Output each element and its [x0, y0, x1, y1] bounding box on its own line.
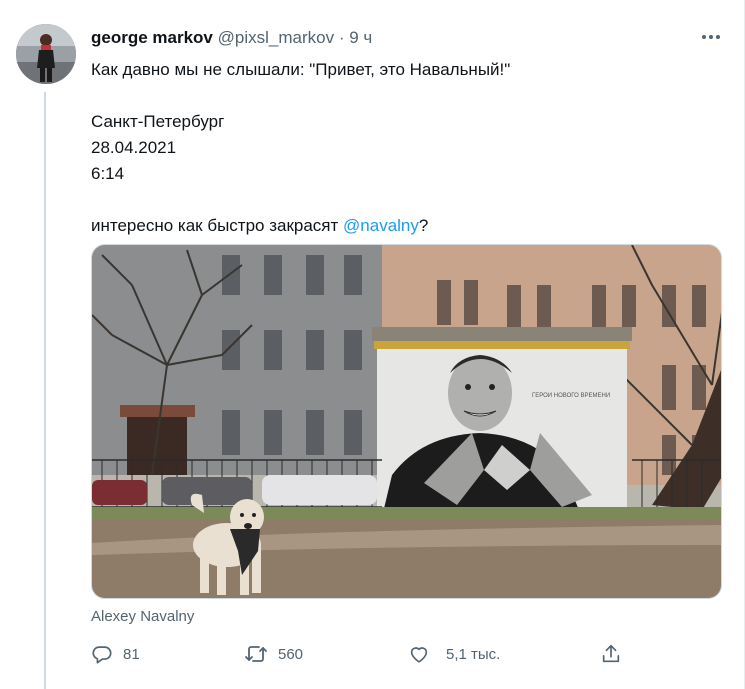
reply-button[interactable]: 81 — [91, 640, 140, 668]
tweet-text-line-3: 28.04.2021 — [91, 138, 177, 157]
author-handle[interactable]: @pixsl_markov — [218, 28, 334, 47]
share-button[interactable] — [600, 640, 622, 668]
more-horizontal-icon[interactable] — [700, 30, 722, 44]
tweet-text-line-5-start: интересно как быстро закрасят — [91, 216, 344, 235]
tweet-text-line-1: Как давно мы не слышали: "Привет, это На… — [91, 60, 511, 79]
mention-link[interactable]: @navalny — [343, 216, 419, 235]
tweet-actions: 81 560 5,1 тыс. — [0, 640, 745, 668]
heart-icon — [408, 643, 430, 665]
tweet-text: Как давно мы не слышали: "Привет, это На… — [91, 57, 721, 239]
share-icon — [600, 643, 622, 665]
tweet-text-line-2: Санкт-Петербург — [91, 112, 225, 131]
retweet-button[interactable]: 560 — [244, 640, 303, 668]
media-caption[interactable]: Alexey Navalny — [91, 607, 194, 627]
reply-count: 81 — [123, 645, 140, 663]
mural-text: ГЕРОИ НОВОГО ВРЕМЕНИ — [532, 393, 610, 399]
retweet-count: 560 — [278, 645, 304, 663]
like-count: 5,1 тыс. — [446, 645, 501, 663]
dot-separator: · — [338, 28, 345, 47]
like-button[interactable]: 5,1 тыс. — [408, 640, 500, 668]
author-name[interactable]: george markov — [91, 28, 213, 47]
avatar[interactable] — [16, 24, 76, 84]
tweet-text-line-4: 6:14 — [91, 164, 125, 183]
tweet-photo[interactable]: ГЕРОИ НОВОГО ВРЕМЕНИ — [91, 244, 722, 599]
tweet-time[interactable]: 9 ч — [349, 28, 372, 47]
tweet-text-line-5-end: ? — [418, 216, 429, 235]
tweet-header: george markov @pixsl_markov · 9 ч — [91, 27, 372, 49]
tweet-text-line-5: интересно как быстро закрасят @navalny? — [91, 213, 721, 239]
reply-icon — [91, 643, 113, 665]
retweet-icon — [244, 643, 268, 665]
thread-line — [44, 92, 46, 689]
